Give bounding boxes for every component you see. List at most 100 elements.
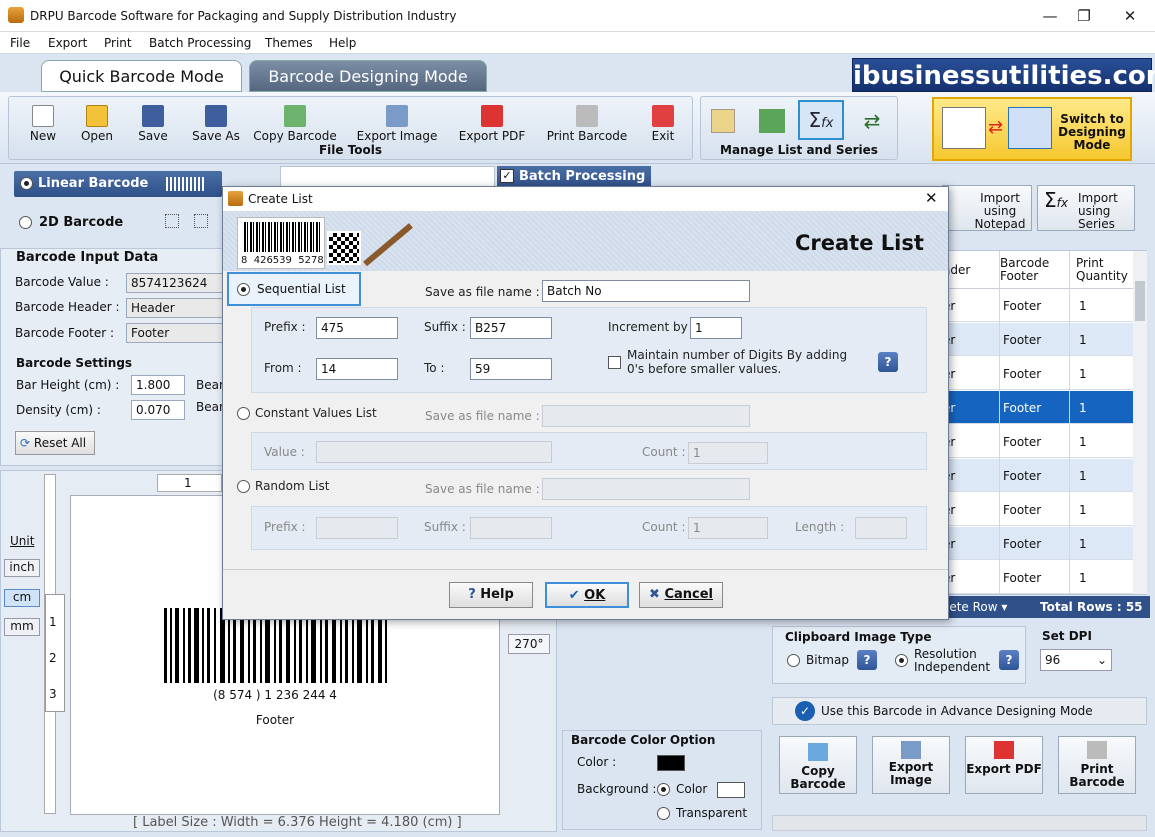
rotate-270-button[interactable]: 270° [508, 634, 550, 654]
exit-button[interactable]: Exit [645, 105, 681, 143]
density-input[interactable]: 0.070 [131, 400, 185, 420]
barcode-footer-input[interactable]: Footer [126, 323, 229, 343]
table-row[interactable]: er Footer 1 [943, 459, 1134, 492]
bg-transparent-radio[interactable] [657, 807, 670, 820]
seq-from-input[interactable]: 14 [316, 358, 398, 380]
dialog-close-icon[interactable]: ✕ [925, 189, 938, 207]
horizontal-scrollbar[interactable] [772, 815, 1147, 831]
sequential-list-highlight[interactable]: Sequential List [227, 272, 361, 306]
dpi-select[interactable]: 96 ⌄ [1040, 649, 1112, 671]
random-prefix-input[interactable] [316, 517, 398, 539]
scroll-thumb[interactable] [1135, 281, 1145, 321]
constant-value-input[interactable] [316, 441, 552, 463]
col-divider [1069, 251, 1070, 594]
ok-button[interactable]: ✔ OK [545, 582, 629, 608]
print-barcode-bottom-button[interactable]: Print Barcode [1058, 736, 1136, 794]
import-series-button[interactable]: Σfx Import using Series [1037, 185, 1135, 231]
barcode-value-input[interactable]: 8574123624 [126, 273, 229, 293]
table-scrollbar[interactable] [1133, 251, 1147, 594]
seq-to-input[interactable]: 59 [470, 358, 552, 380]
switch-to-designing-mode-button[interactable]: ⇄ Switch to Designing Mode [932, 97, 1132, 161]
menu-print[interactable]: Print [104, 36, 132, 50]
menu-help[interactable]: Help [329, 36, 356, 50]
seq-save-input[interactable]: Batch No [542, 280, 750, 302]
constant-save-input[interactable] [542, 405, 750, 427]
unit-cm-button[interactable]: cm [4, 589, 40, 607]
batch-processing-bar[interactable]: ✓ Batch Processing [497, 166, 651, 188]
bg-color-radio[interactable] [657, 783, 670, 796]
menu-batch-processing[interactable]: Batch Processing [149, 36, 251, 50]
swap-arrows-icon[interactable]: ⇄ [859, 109, 885, 133]
edit-list-icon[interactable] [711, 109, 735, 133]
export-image-button[interactable]: Export Image [353, 105, 441, 143]
random-count-stepper[interactable]: 1 [688, 517, 768, 539]
maximize-icon[interactable]: ❐ [1072, 6, 1096, 26]
batch-checkbox[interactable]: ✓ [500, 169, 514, 183]
tab-quick-barcode-mode[interactable]: Quick Barcode Mode [41, 60, 242, 92]
random-radio[interactable] [237, 480, 250, 493]
table-row-selected[interactable]: er Footer 1 [943, 391, 1134, 424]
tab-barcode-designing-mode[interactable]: Barcode Designing Mode [249, 60, 487, 92]
import-notepad-button[interactable]: Import using Notepad [942, 185, 1032, 231]
resolution-radio[interactable] [895, 654, 908, 667]
maintain-help-icon[interactable]: ? [878, 352, 898, 372]
delete-row-dropdown[interactable]: lete Row ▾ [946, 600, 1007, 614]
open-button[interactable]: Open [77, 105, 117, 143]
export-image-bottom-button[interactable]: Export Image [872, 736, 950, 794]
random-length-input[interactable] [855, 517, 907, 539]
table-row[interactable]: er Footer 1 [943, 357, 1134, 390]
seq-prefix-input[interactable]: 475 [316, 317, 398, 339]
random-suffix-label: Suffix : [424, 520, 466, 534]
constant-count-stepper[interactable]: 1 [688, 442, 768, 464]
unit-mm-button[interactable]: mm [4, 618, 40, 636]
color-option-title: Barcode Color Option [571, 733, 716, 747]
table-row[interactable]: er Footer 1 [943, 425, 1134, 458]
menu-file[interactable]: File [10, 36, 30, 50]
table-row[interactable]: er Footer 1 [943, 493, 1134, 526]
constant-radio[interactable] [237, 407, 250, 420]
barcode-header-input[interactable]: Header [126, 298, 229, 318]
random-suffix-input[interactable] [470, 517, 552, 539]
create-series-icon[interactable]: Σfx [798, 100, 844, 140]
close-icon[interactable]: ✕ [1118, 6, 1142, 26]
title-bar: DRPU Barcode Software for Packaging and … [0, 0, 1155, 32]
random-save-input[interactable] [542, 478, 750, 500]
excel-import-icon[interactable] [759, 109, 785, 133]
2d-radio[interactable] [19, 216, 32, 229]
copy-barcode-button[interactable]: Copy Barcode [251, 105, 339, 143]
seq-increment-input[interactable]: 1 [690, 317, 742, 339]
menu-themes[interactable]: Themes [265, 36, 313, 50]
linear-barcode-option[interactable]: Linear Barcode [14, 171, 222, 197]
table-row[interactable]: er Footer 1 [943, 323, 1134, 356]
copy-barcode-bottom-button[interactable]: Copy Barcode [779, 736, 857, 794]
export-pdf-bottom-button[interactable]: Export PDF [965, 736, 1043, 794]
barcode-color-swatch[interactable] [657, 755, 685, 771]
reset-all-button[interactable]: ⟳ Reset All [15, 431, 95, 455]
table-row[interactable]: er Footer 1 [943, 561, 1134, 594]
help-button[interactable]: ? Help [449, 582, 533, 608]
unit-inch-button[interactable]: inch [4, 559, 40, 577]
bitmap-help-icon[interactable]: ? [857, 650, 877, 670]
sequential-radio[interactable] [237, 283, 250, 296]
resolution-help-icon[interactable]: ? [999, 650, 1019, 670]
bg-color-swatch[interactable] [717, 782, 745, 798]
save-as-button[interactable]: Save As [189, 105, 243, 143]
bitmap-radio[interactable] [787, 654, 800, 667]
bar-height-label: Bar Height (cm) : [16, 378, 120, 392]
minimize-icon[interactable]: — [1038, 6, 1062, 26]
cancel-button[interactable]: ✖ Cancel [639, 582, 723, 608]
export-pdf-button[interactable]: Export PDF [457, 105, 527, 143]
save-button[interactable]: Save [133, 105, 173, 143]
menu-export[interactable]: Export [48, 36, 87, 50]
table-row[interactable]: er Footer 1 [943, 289, 1134, 322]
seq-suffix-input[interactable]: B257 [470, 317, 552, 339]
maintain-digits-checkbox[interactable] [608, 356, 621, 369]
seq-prefix-label: Prefix : [264, 320, 306, 334]
print-barcode-button[interactable]: Print Barcode [545, 105, 629, 143]
dpi-title: Set DPI [1042, 629, 1092, 643]
new-button[interactable]: New [23, 105, 63, 143]
table-row[interactable]: er Footer 1 [943, 527, 1134, 560]
linear-radio[interactable] [20, 177, 33, 190]
advance-design-bar[interactable]: ✓ Use this Barcode in Advance Designing … [772, 697, 1147, 725]
bar-height-input[interactable]: 1.800 [131, 375, 185, 395]
